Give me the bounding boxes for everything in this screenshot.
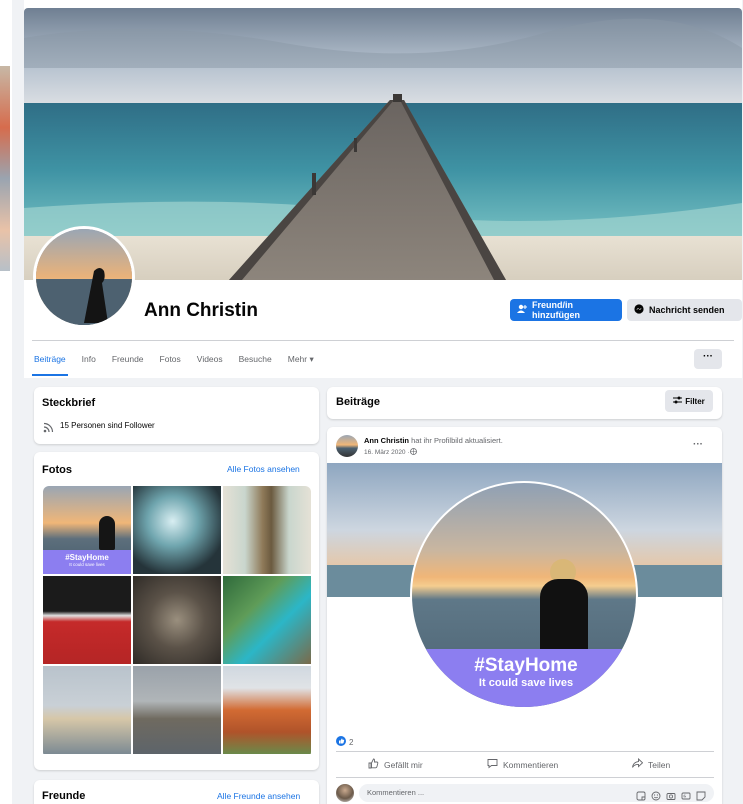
tab-fotos[interactable]: Fotos — [160, 344, 181, 376]
filter-icon — [673, 396, 683, 406]
photo-thumb[interactable] — [43, 666, 131, 754]
cover-photo[interactable] — [24, 8, 742, 280]
sticker-icon[interactable] — [636, 788, 646, 804]
photo-thumb[interactable]: #StayHome It could save lives — [43, 486, 131, 574]
comment-placeholder: Kommentieren ... — [367, 788, 425, 797]
post-card: Ann Christin hat ihr Profilbild aktualis… — [327, 427, 722, 804]
left-edge-panel — [0, 0, 12, 804]
share-button[interactable]: Teilen — [632, 757, 671, 771]
photo-thumb[interactable] — [43, 576, 131, 664]
share-icon — [632, 757, 644, 771]
header-divider — [32, 340, 734, 341]
profile-picture[interactable] — [33, 226, 135, 328]
comment-button[interactable]: Kommentieren — [487, 758, 558, 771]
intro-title: Steckbrief — [42, 397, 96, 409]
add-user-icon — [517, 304, 527, 316]
comment-label: Kommentieren — [503, 759, 559, 770]
posts-title: Beiträge — [336, 396, 381, 408]
like-button[interactable]: Gefällt mir — [368, 758, 423, 771]
post-author-avatar[interactable] — [336, 435, 358, 457]
emoji-icon[interactable] — [651, 788, 661, 804]
post-stayhome-subtitle: It could save lives — [478, 677, 574, 689]
posts-header-card: Beiträge — [327, 387, 722, 419]
profile-tabs: Beiträge Info Freunde Fotos Videos Besuc… — [32, 344, 330, 376]
profile-frame-circle[interactable]: #StayHome It could save lives — [410, 481, 638, 709]
stayhome-banner: #StayHome It could save lives — [43, 550, 131, 574]
send-message-label: Nachricht senden — [649, 305, 725, 315]
photo-thumb[interactable] — [223, 666, 311, 754]
friends-card: Freunde Alle Freunde ansehen — [34, 780, 319, 804]
tab-besuche[interactable]: Besuche — [239, 344, 272, 376]
post-date[interactable]: 16. März 2020 · — [364, 449, 410, 456]
actions-divider — [336, 751, 714, 752]
comment-divider — [336, 777, 714, 778]
followers-count: 15 Personen sind Follower — [60, 421, 155, 430]
add-friend-button[interactable]: Freund/in hinzufügen — [510, 299, 622, 321]
post-stayhome-title: #StayHome — [474, 655, 578, 676]
profile-more-button[interactable]: ··· — [694, 349, 722, 369]
like-reaction-icon — [336, 736, 346, 748]
stayhome-title: #StayHome — [65, 553, 109, 562]
photo-thumb[interactable] — [133, 576, 221, 664]
tab-beitraege[interactable]: Beiträge — [32, 344, 68, 376]
post-date-row: 16. März 2020 · — [364, 448, 417, 457]
intro-card: Steckbrief 15 Personen sind Follower — [34, 387, 319, 444]
comment-input[interactable]: Kommentieren ... — [359, 784, 714, 802]
post-more-button[interactable]: ··· — [693, 439, 703, 450]
globe-icon — [409, 448, 417, 457]
sticker-face-icon[interactable] — [696, 788, 706, 804]
rss-icon — [43, 420, 54, 438]
tab-videos[interactable]: Videos — [197, 344, 223, 376]
share-label: Teilen — [648, 759, 671, 770]
photo-thumb[interactable] — [133, 486, 221, 574]
photo-thumb[interactable] — [133, 666, 221, 754]
tab-mehr[interactable]: Mehr ▾ — [288, 344, 314, 376]
gif-icon[interactable] — [681, 788, 691, 804]
photos-grid: #StayHome It could save lives — [43, 486, 311, 758]
post-action-text: hat ihr Profilbild aktualisiert. — [409, 436, 503, 445]
photo-silhouette — [99, 516, 115, 550]
thumbs-up-icon — [368, 758, 379, 771]
send-message-button[interactable]: Nachricht senden — [627, 299, 742, 321]
profile-header: Ann Christin Freund/in hinzufügen Nachri… — [24, 0, 742, 378]
add-friend-label: Freund/in hinzufügen — [532, 300, 580, 320]
tab-info[interactable]: Info — [82, 344, 96, 376]
profile-name: Ann Christin — [144, 300, 258, 321]
camera-icon[interactable] — [666, 788, 676, 804]
photos-card: Fotos Alle Fotos ansehen #StayHome It co… — [34, 452, 319, 770]
filter-label: Filter — [685, 396, 705, 406]
comment-icon — [487, 758, 498, 771]
messenger-icon — [634, 304, 644, 316]
post-header-text: Ann Christin hat ihr Profilbild aktualis… — [364, 436, 503, 445]
stayhome-frame-banner: #StayHome It could save lives — [412, 649, 636, 707]
see-all-photos-link[interactable]: Alle Fotos ansehen — [227, 464, 300, 474]
photo-thumb[interactable] — [223, 486, 311, 574]
reactions-row[interactable]: 2 — [336, 736, 353, 748]
comment-tools — [636, 788, 706, 804]
profile-page: Ann Christin Freund/in hinzufügen Nachri… — [24, 0, 742, 804]
left-edge-image — [0, 66, 10, 271]
woman-silhouette — [540, 579, 588, 659]
commenter-avatar — [336, 784, 354, 802]
filter-button[interactable]: Filter — [665, 390, 713, 412]
post-author-name[interactable]: Ann Christin — [364, 436, 409, 445]
like-label: Gefällt mir — [384, 759, 423, 770]
friends-title: Freunde — [42, 790, 86, 802]
stayhome-subtitle: It could save lives — [69, 562, 105, 567]
tab-freunde[interactable]: Freunde — [112, 344, 144, 376]
reaction-count: 2 — [349, 737, 354, 747]
photo-thumb[interactable] — [223, 576, 311, 664]
photos-title: Fotos — [42, 464, 72, 476]
see-all-friends-link[interactable]: Alle Freunde ansehen — [217, 791, 300, 801]
